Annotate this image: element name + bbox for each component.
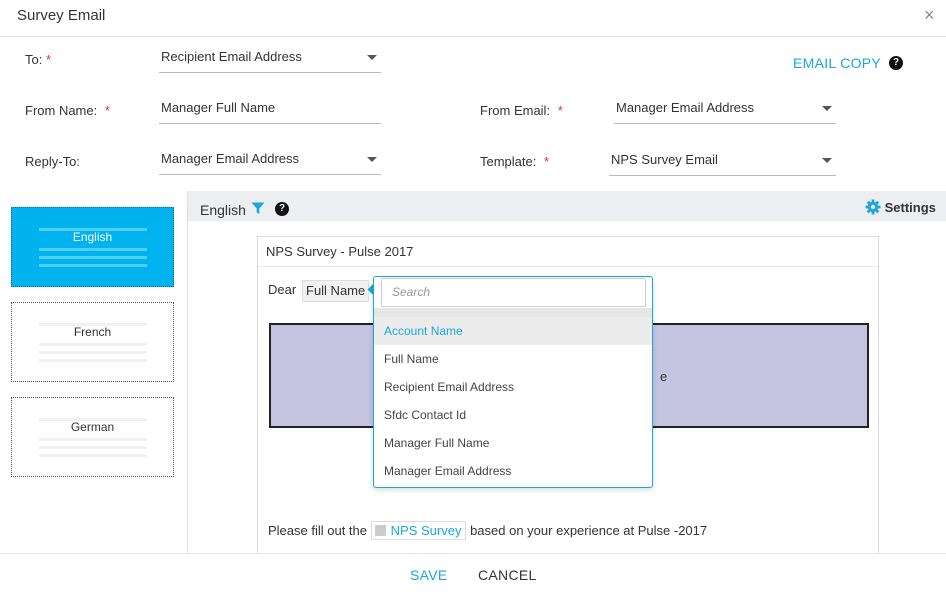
email-body-line: Please fill out the NPS Survey based on … (268, 521, 707, 540)
dropdown-option[interactable]: Manager Full Name (374, 429, 652, 457)
template-select[interactable]: NPS Survey Email (609, 150, 836, 176)
email-subject[interactable]: NPS Survey - Pulse 2017 (258, 237, 878, 267)
language-card-label: English (72, 230, 113, 244)
language-card-label: German (70, 420, 115, 434)
banner-text: e (660, 369, 668, 384)
language-card-german[interactable]: German (11, 397, 174, 477)
close-icon[interactable]: × (924, 5, 935, 26)
placeholder-line (39, 228, 147, 231)
template-select-value: NPS Survey Email (611, 152, 718, 167)
required-mark: * (557, 103, 563, 118)
greeting-text: Dear (268, 282, 297, 297)
dropdown-scroll-area (374, 308, 652, 317)
reply-to-select-value: Manager Email Address (161, 151, 300, 166)
from-name-select-value: Manager Full Name (161, 100, 276, 115)
save-button[interactable]: SAVE (410, 567, 448, 583)
template-label-text: Template: (480, 154, 537, 169)
placeholder-line (39, 256, 147, 259)
from-email-select[interactable]: Manager Email Address (614, 98, 836, 124)
reply-to-select[interactable]: Manager Email Address (159, 149, 381, 175)
settings-label: Settings (884, 200, 936, 215)
caret-down-icon (367, 55, 377, 60)
placeholder-line (39, 264, 147, 267)
survey-chip-label: NPS Survey (390, 523, 462, 538)
dropdown-option[interactable]: Manager Email Address (374, 457, 652, 485)
placeholder-line (39, 359, 147, 362)
placeholder-line (39, 454, 147, 457)
settings-button[interactable]: Settings (865, 199, 936, 215)
survey-icon (374, 525, 386, 536)
caret-down-icon (367, 157, 377, 162)
help-icon[interactable]: ? (275, 202, 289, 216)
caret-down-icon (822, 158, 832, 163)
language-card-french[interactable]: French (11, 302, 174, 382)
editor-language-label: English (200, 202, 246, 218)
dropdown-option[interactable]: Full Name (374, 345, 652, 373)
dropdown-option[interactable]: Recipient Email Address (374, 373, 652, 401)
placeholder-line (39, 343, 147, 346)
from-name-select[interactable]: Manager Full Name (159, 98, 381, 124)
from-email-label-text: From Email: (480, 103, 551, 118)
body-suffix-text: based on your experience at Pulse -2017 (470, 523, 708, 538)
from-email-label: From Email: * (480, 103, 563, 118)
placeholder-line (39, 438, 147, 441)
required-mark: * (544, 154, 550, 169)
language-panel: English French German (0, 191, 188, 553)
placeholder-line (39, 446, 147, 449)
help-icon[interactable]: ? (889, 56, 903, 70)
to-label-text: To: (25, 52, 43, 67)
dropdown-option[interactable]: Account Name (374, 317, 652, 345)
dropdown-option[interactable]: Sfdc Contact Id (374, 401, 652, 429)
required-mark: * (104, 103, 110, 118)
token-search-input[interactable]: Search (381, 278, 646, 307)
template-label: Template: * (480, 154, 549, 169)
to-select-value: Recipient Email Address (161, 49, 302, 64)
to-select[interactable]: Recipient Email Address (159, 47, 381, 73)
gear-icon (865, 199, 881, 215)
dialog-footer: SAVE CANCEL (0, 553, 946, 595)
from-name-label-text: From Name: (25, 103, 98, 118)
language-card-label: French (73, 325, 112, 339)
cancel-button[interactable]: CANCEL (478, 567, 537, 583)
reply-to-label: Reply-To: (25, 154, 80, 169)
placeholder-line (39, 248, 147, 251)
from-email-select-value: Manager Email Address (616, 100, 755, 115)
email-copy-link[interactable]: EMAIL COPY (793, 55, 881, 71)
merge-token[interactable]: Full Name (302, 280, 370, 302)
placeholder-line (39, 351, 147, 354)
from-name-label: From Name: * (25, 103, 110, 118)
dialog-header: Survey Email × (0, 0, 946, 37)
token-dropdown: Search Account Name Full Name Recipient … (373, 276, 653, 488)
editor-toolbar: English ? Settings (188, 191, 946, 221)
required-mark: * (45, 52, 52, 67)
filter-icon[interactable] (251, 202, 265, 215)
body-prefix-text: Please fill out the (268, 523, 368, 538)
language-card-english[interactable]: English (11, 207, 174, 287)
survey-link-chip[interactable]: NPS Survey (370, 521, 467, 540)
to-label: To: * (25, 52, 51, 67)
caret-down-icon (822, 106, 832, 111)
dialog-title: Survey Email (17, 7, 106, 24)
